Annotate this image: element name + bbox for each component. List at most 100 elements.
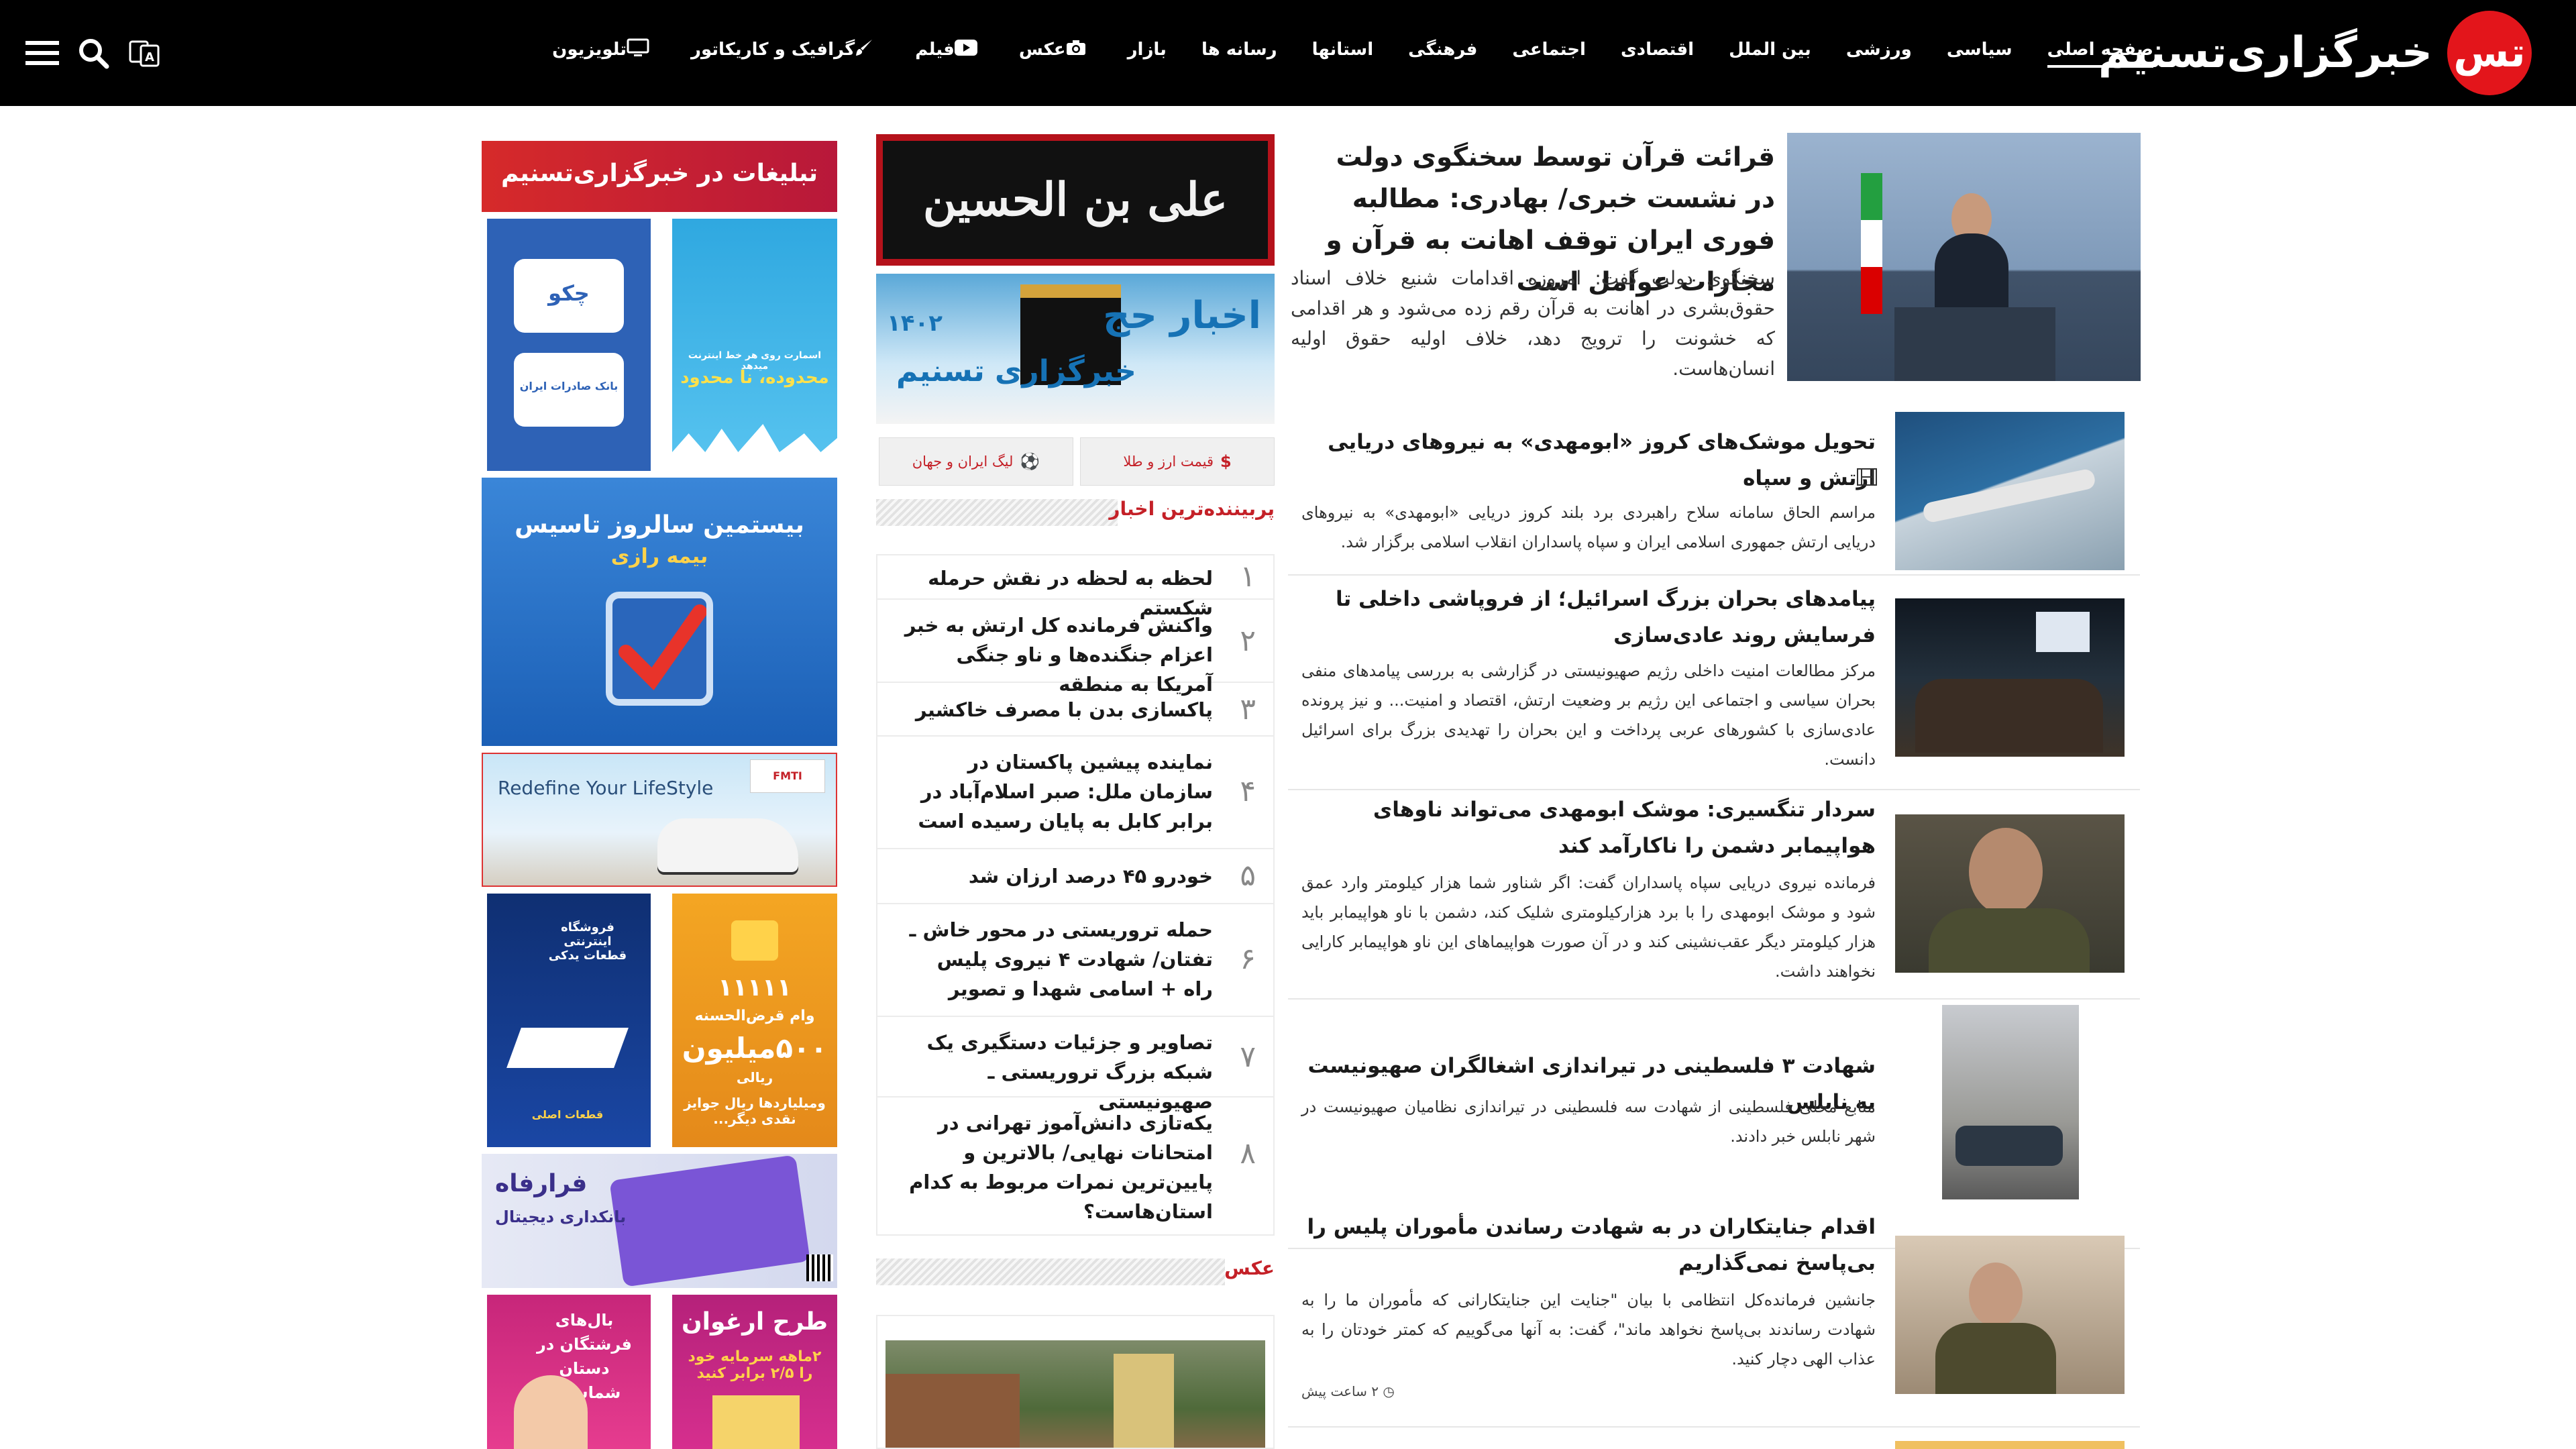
car-ad[interactable]: Redefine Your LifeStyle FMTI (482, 753, 837, 887)
face-shape (1969, 828, 2043, 915)
ad-text: طرح ارغوان (681, 1308, 828, 1336)
news-title[interactable]: تحویل موشک‌های کروز «ابومهدی» به نیروهای… (1301, 424, 1876, 496)
list-item[interactable]: ۱ لحظه به لحظه در نقش حرمله شکستم (877, 555, 1273, 619)
hajj-news-banner[interactable]: اخبار حج ۱۴۰۲ خبرگزاری تسنیم (876, 274, 1275, 424)
hajj-banner-title: اخبار حج (1103, 294, 1261, 337)
nav-video[interactable]: فیلم (915, 39, 984, 68)
muharram-banner[interactable]: علی بن الحسین (876, 134, 1275, 266)
svg-text:A: A (145, 50, 154, 64)
lead-story-image[interactable] (1787, 133, 2141, 381)
leagues-button[interactable]: ⚽ لیگ ایران و جهان (879, 437, 1073, 486)
nav-label: صفحه اصلی (2047, 40, 2153, 60)
news-thumbnail (1895, 1236, 2125, 1394)
nav-home[interactable]: صفحه اصلی (2047, 40, 2153, 68)
nav-graphics[interactable]: گرافیک و کاریکاتور (691, 38, 880, 70)
loan-ad[interactable]: ۱۱۱۱۱ وام قرض‌الحسنه ۵۰۰میلیون ریالی ومی… (672, 894, 837, 1147)
menu-icon[interactable] (20, 31, 64, 75)
list-item-title: نماینده پیشین پاکستان در سازمان ملل: صبر… (918, 751, 1213, 833)
bank-ad[interactable]: چکو بانک صادرات ایران (487, 219, 651, 471)
ad-text: چکو (548, 280, 590, 306)
charity-ad[interactable]: بال‌های فرشتگان در دستان شماست! (487, 1295, 651, 1449)
list-item[interactable]: ۵ خودرو ۴۵ درصد ارزان شد (877, 849, 1273, 904)
nav-label: فیلم (915, 40, 955, 60)
chekad-card: چکو (514, 259, 624, 333)
button-label: قیمت ارز و طلا (1123, 453, 1214, 470)
ad-text: محدوده، نا محدود (680, 368, 829, 388)
nav-social[interactable]: اجتماعی (1512, 40, 1586, 68)
ad-text: Redefine Your LifeStyle (498, 777, 714, 799)
nav-politics[interactable]: سیاسی (1947, 40, 2012, 68)
missile-shape (1921, 468, 2097, 524)
news-title[interactable]: سردار تنگسیری: موشک ابومهدی می‌تواند ناو… (1301, 792, 1876, 864)
nav-media[interactable]: رسانه ها (1201, 40, 1277, 68)
podium (1894, 307, 2055, 381)
news-item[interactable]: پیامدهای بحران بزرگ اسرائیل؛ از فروپاشی … (1288, 577, 2140, 790)
site-logo[interactable]: تس خبرگزاری‌تسنیم (2098, 11, 2532, 95)
ad-text: ۵۰۰میلیون (682, 1032, 828, 1065)
tower-shape (1114, 1354, 1174, 1448)
uniform-shape (1935, 1323, 2056, 1394)
currency-gold-button[interactable]: $ قیمت ارز و طلا (1080, 437, 1275, 486)
news-item[interactable]: تحویل موشک‌های کروز «ابومهدی» به نیروهای… (1288, 407, 2140, 576)
news-title[interactable]: پیامدهای بحران بزرگ اسرائیل؛ از فروپاشی … (1301, 581, 1876, 653)
nav-label: رسانه ها (1201, 40, 1277, 60)
news-thumbnail (1895, 814, 2125, 973)
internet-ad[interactable]: اسمارت روی هر خط اینترنت میدهد محدوده، ن… (672, 219, 837, 471)
iran-flag-image (1861, 173, 1882, 314)
coins-graphic (712, 1395, 800, 1449)
nav-international[interactable]: بین الملل (1729, 40, 1811, 68)
news-thumbnail (1895, 598, 2125, 757)
insurance-ad[interactable]: بیستمین سالروز تاسیس بیمه رازی (482, 478, 837, 746)
news-thumbnail (1895, 412, 2125, 570)
rank-number: ۱ (1240, 559, 1256, 594)
ad-text: ۱۱۱۱۱ (718, 974, 792, 1002)
header-tools: A (20, 31, 173, 75)
checkbox-graphic (606, 592, 713, 706)
nav-label: بازار (1127, 40, 1167, 60)
arghavan-ad[interactable]: طرح ارغوان ۲ماهه سرمایه خود را ۲/۵ برابر… (672, 1295, 837, 1449)
list-item[interactable]: ۷ تصاویر و جزئیات دستگیری یک شبکه بزرگ ت… (877, 1017, 1273, 1113)
football-icon: ⚽ (1020, 452, 1040, 471)
digital-banking-ad[interactable]: فرارفاه بانکداری دیجیتال (482, 1154, 837, 1288)
advertise-banner[interactable]: تبلیغات در خبرگزاری‌تسنیم (482, 141, 837, 212)
list-item[interactable]: ۶ حمله تروریستی در محور خاش ـ تفتان/ شها… (877, 904, 1273, 1017)
news-title[interactable]: اقدام جنایتکاران در به شهادت رساندن مأمو… (1301, 1209, 1876, 1281)
list-item[interactable]: ۲ واکنش فرمانده کل ارتش به خبر اعزام جنگ… (877, 600, 1273, 696)
gift-icon (731, 920, 778, 961)
list-item[interactable]: ۴ نماینده پیشین پاکستان در سازمان ملل: ص… (877, 737, 1273, 849)
news-thumbnail (1895, 1441, 2125, 1449)
most-viewed-list: ۱ لحظه به لحظه در نقش حرمله شکستم ۲ واکن… (876, 554, 1275, 1236)
list-item-title: پاکسازی بدن با مصرف خاکشیر (915, 698, 1213, 721)
news-item-partial[interactable] (1288, 1430, 2140, 1449)
nav-label: بین الملل (1729, 40, 1811, 60)
list-item[interactable]: ۸ یکه‌تازی دانش‌آموز تهرانی در امتحانات … (877, 1097, 1273, 1234)
nav-photo[interactable]: عکس (1019, 40, 1093, 68)
button-label: لیگ ایران و جهان (912, 453, 1014, 470)
nav-provinces[interactable]: استانها (1312, 40, 1374, 68)
logo-mark: تس (2447, 11, 2532, 95)
section-title: عکس (1224, 1257, 1275, 1279)
list-item-title: حمله تروریستی در محور خاش ـ تفتان/ شهادت… (909, 918, 1213, 1000)
nav-economy[interactable]: اقتصادی (1621, 40, 1694, 68)
nav-culture[interactable]: فرهنگی (1408, 40, 1477, 68)
check-icon (619, 604, 707, 691)
news-summary: جانشین فرمانده‌کل انتظامی با بیان "جنایت… (1301, 1291, 1876, 1368)
photo-gallery-preview[interactable] (876, 1315, 1275, 1449)
search-icon[interactable] (71, 31, 115, 75)
timestamp-text: ۲ ساعت پیش (1301, 1383, 1379, 1399)
nav-sports[interactable]: ورزشی (1846, 40, 1912, 68)
list-item[interactable]: ۳ پاکسازی بدن با مصرف خاکشیر (877, 683, 1273, 737)
parts-store-ad[interactable]: فروشگاه اینترنتی قطعات یدکی قطعات اصلی (487, 894, 651, 1147)
ad-text: بانکداری دیجیتال (495, 1208, 627, 1226)
nav-label: تلویزیون (552, 40, 627, 60)
rank-number: ۶ (1240, 942, 1256, 976)
ad-text: فروشگاه اینترنتی قطعات یدکی (548, 920, 627, 963)
ad-text: فرارفاه (495, 1170, 588, 1197)
news-item[interactable]: اقدام جنایتکاران در به شهادت رساندن مأمو… (1288, 1209, 2140, 1428)
nav-tv[interactable]: تلویزیون (552, 38, 656, 70)
list-item-title: یکه‌تازی دانش‌آموز تهرانی در امتحانات نه… (909, 1112, 1213, 1223)
nav-label: سیاسی (1946, 40, 2012, 60)
translate-icon[interactable]: A (122, 31, 166, 75)
news-item[interactable]: سردار تنگسیری: موشک ابومهدی می‌تواند ناو… (1288, 792, 2140, 1000)
nav-market[interactable]: بازار (1128, 40, 1167, 68)
